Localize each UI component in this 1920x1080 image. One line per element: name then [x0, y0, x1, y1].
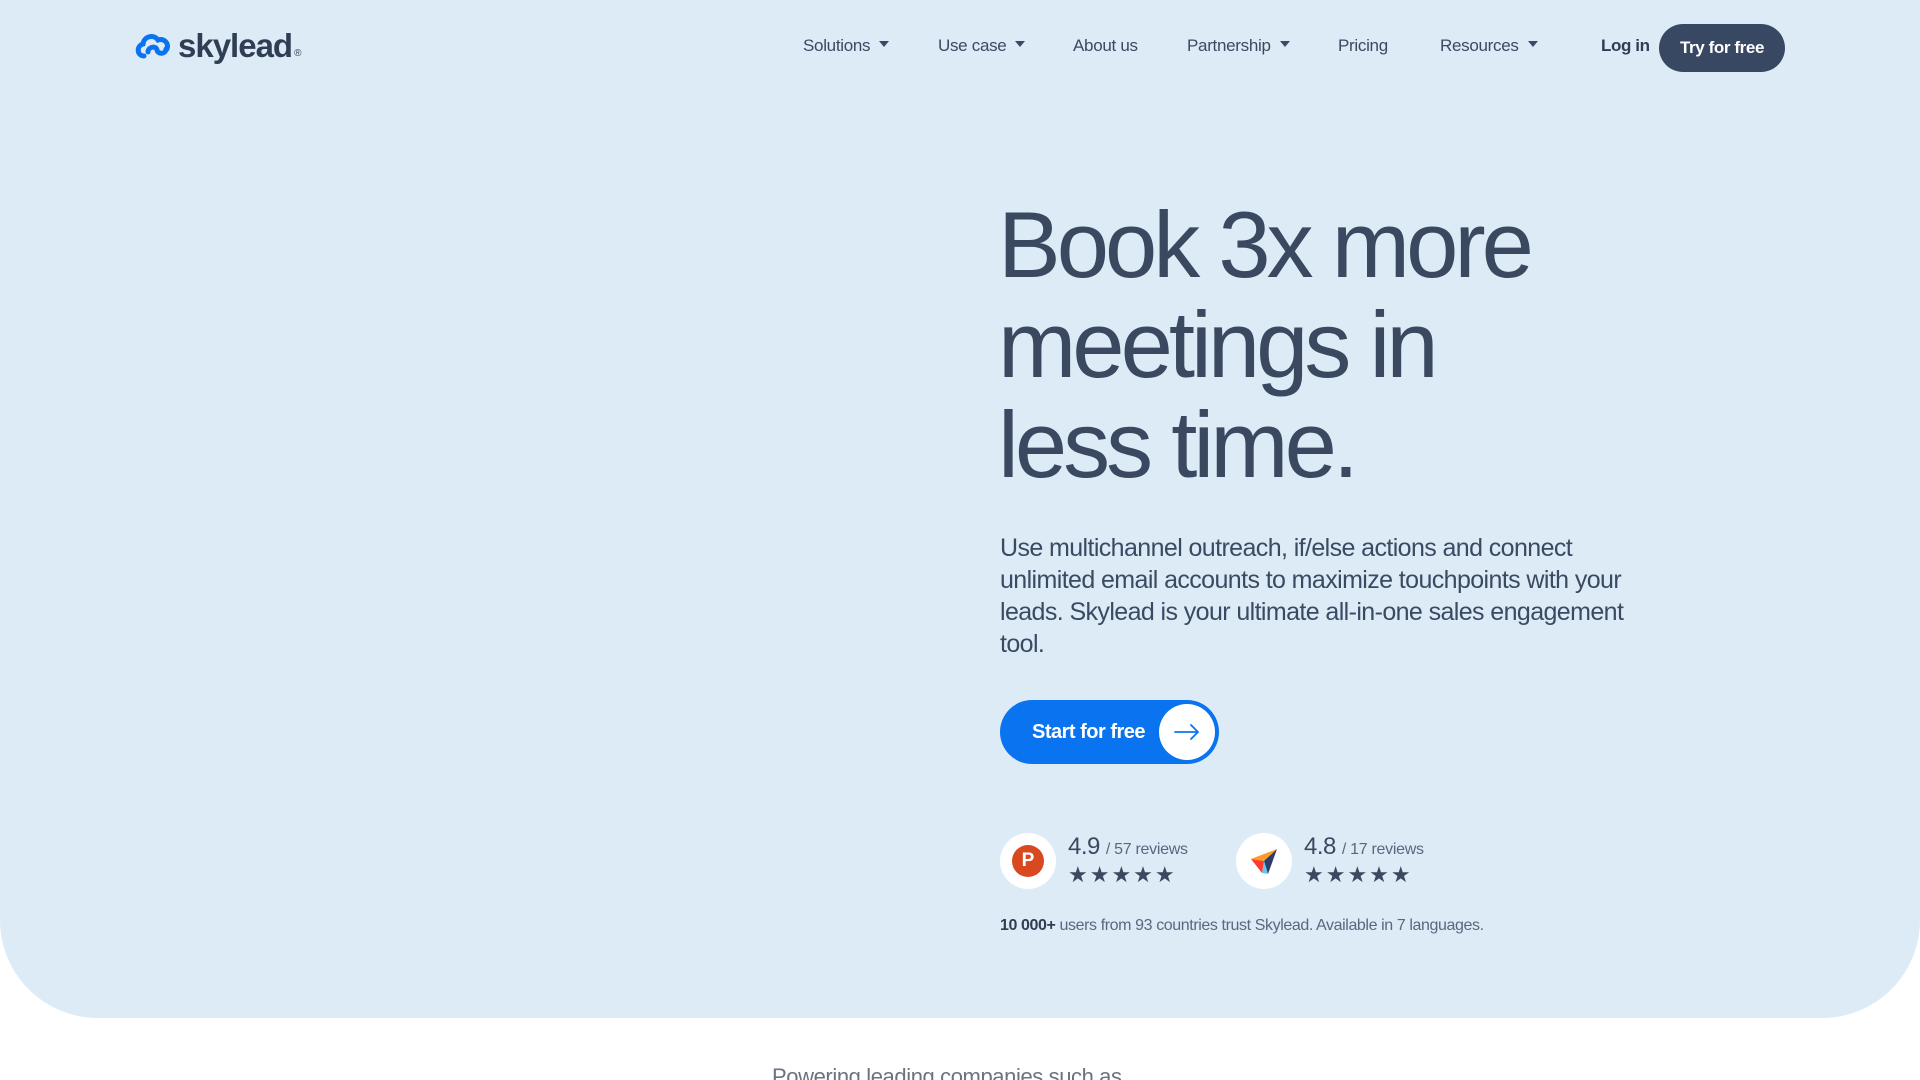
- nav-label: Pricing: [1338, 36, 1388, 55]
- hero-headline: Book 3x more meetings in less time.: [998, 195, 1698, 495]
- trust-statement: 10 000+ users from 93 countries trust Sk…: [1000, 917, 1484, 935]
- nav-item-about-us[interactable]: About us: [1073, 36, 1138, 56]
- arrow-right-icon: [1159, 704, 1215, 760]
- rating-score-row: 4.9 / 57 reviews: [1068, 833, 1188, 861]
- powering-heading: Powering leading companies such as: [772, 1064, 1122, 1080]
- trust-text: users from 93 countries trust Skylead. A…: [1055, 917, 1485, 934]
- caret-down-icon: [1527, 41, 1538, 47]
- product-hunt-letter: P: [1012, 845, 1044, 877]
- nav-item-resources[interactable]: Resources: [1440, 36, 1538, 56]
- start-for-free-button[interactable]: Start for free: [1000, 700, 1219, 764]
- rating-product-hunt[interactable]: P 4.9 / 57 reviews ★★★★★: [1000, 833, 1188, 889]
- product-hunt-icon: P: [1000, 833, 1056, 889]
- headline-line: Book 3x more: [998, 192, 1534, 297]
- rating-info: 4.8 / 17 reviews ★★★★★: [1304, 833, 1424, 887]
- rating-score: 4.8: [1304, 833, 1336, 860]
- nav-label: Use case: [938, 36, 1007, 55]
- try-for-free-button[interactable]: Try for free: [1659, 24, 1785, 72]
- logo-wordmark: skylead: [178, 27, 293, 64]
- nav-item-use-case[interactable]: Use case: [938, 36, 1026, 56]
- rating-reviews: / 57 reviews: [1105, 841, 1188, 858]
- cloud-link-icon: [135, 34, 170, 59]
- cta-label: Start for free: [1032, 720, 1146, 743]
- nav-label: Partnership: [1187, 36, 1271, 55]
- capterra-icon: [1236, 833, 1292, 889]
- caret-down-icon: [1279, 41, 1290, 47]
- star-rating-icon: ★★★★★: [1068, 862, 1177, 887]
- skylead-logo[interactable]: skylead ®: [134, 26, 301, 66]
- rating-score: 4.9: [1068, 833, 1100, 860]
- nav-item-solutions[interactable]: Solutions: [803, 36, 890, 56]
- nav-item-pricing[interactable]: Pricing: [1338, 36, 1388, 56]
- nav-label: About us: [1073, 36, 1138, 55]
- headline-line: less time.: [998, 392, 1359, 497]
- hero-section: [0, 0, 1920, 1018]
- user-count: 10 000+: [1000, 917, 1056, 934]
- headline-line: meetings in: [998, 292, 1439, 397]
- caret-down-icon: [1015, 41, 1026, 47]
- hero-subtext: Use multichannel outreach, if/else actio…: [1000, 534, 1624, 658]
- nav-label: Solutions: [803, 36, 871, 55]
- login-link[interactable]: Log in: [1601, 36, 1650, 56]
- rating-reviews: / 17 reviews: [1341, 841, 1424, 858]
- top-nav: skylead ® Solutions Use case About us Pa…: [0, 0, 1920, 96]
- star-rating-icon: ★★★★★: [1304, 862, 1413, 887]
- rating-info: 4.9 / 57 reviews ★★★★★: [1068, 833, 1188, 887]
- rating-capterra[interactable]: 4.8 / 17 reviews ★★★★★: [1236, 833, 1424, 889]
- caret-down-icon: [879, 41, 890, 47]
- nav-item-partnership[interactable]: Partnership: [1187, 36, 1290, 56]
- registered-mark: ®: [294, 47, 302, 59]
- nav-label: Resources: [1440, 36, 1519, 55]
- rating-score-row: 4.8 / 17 reviews: [1304, 833, 1424, 861]
